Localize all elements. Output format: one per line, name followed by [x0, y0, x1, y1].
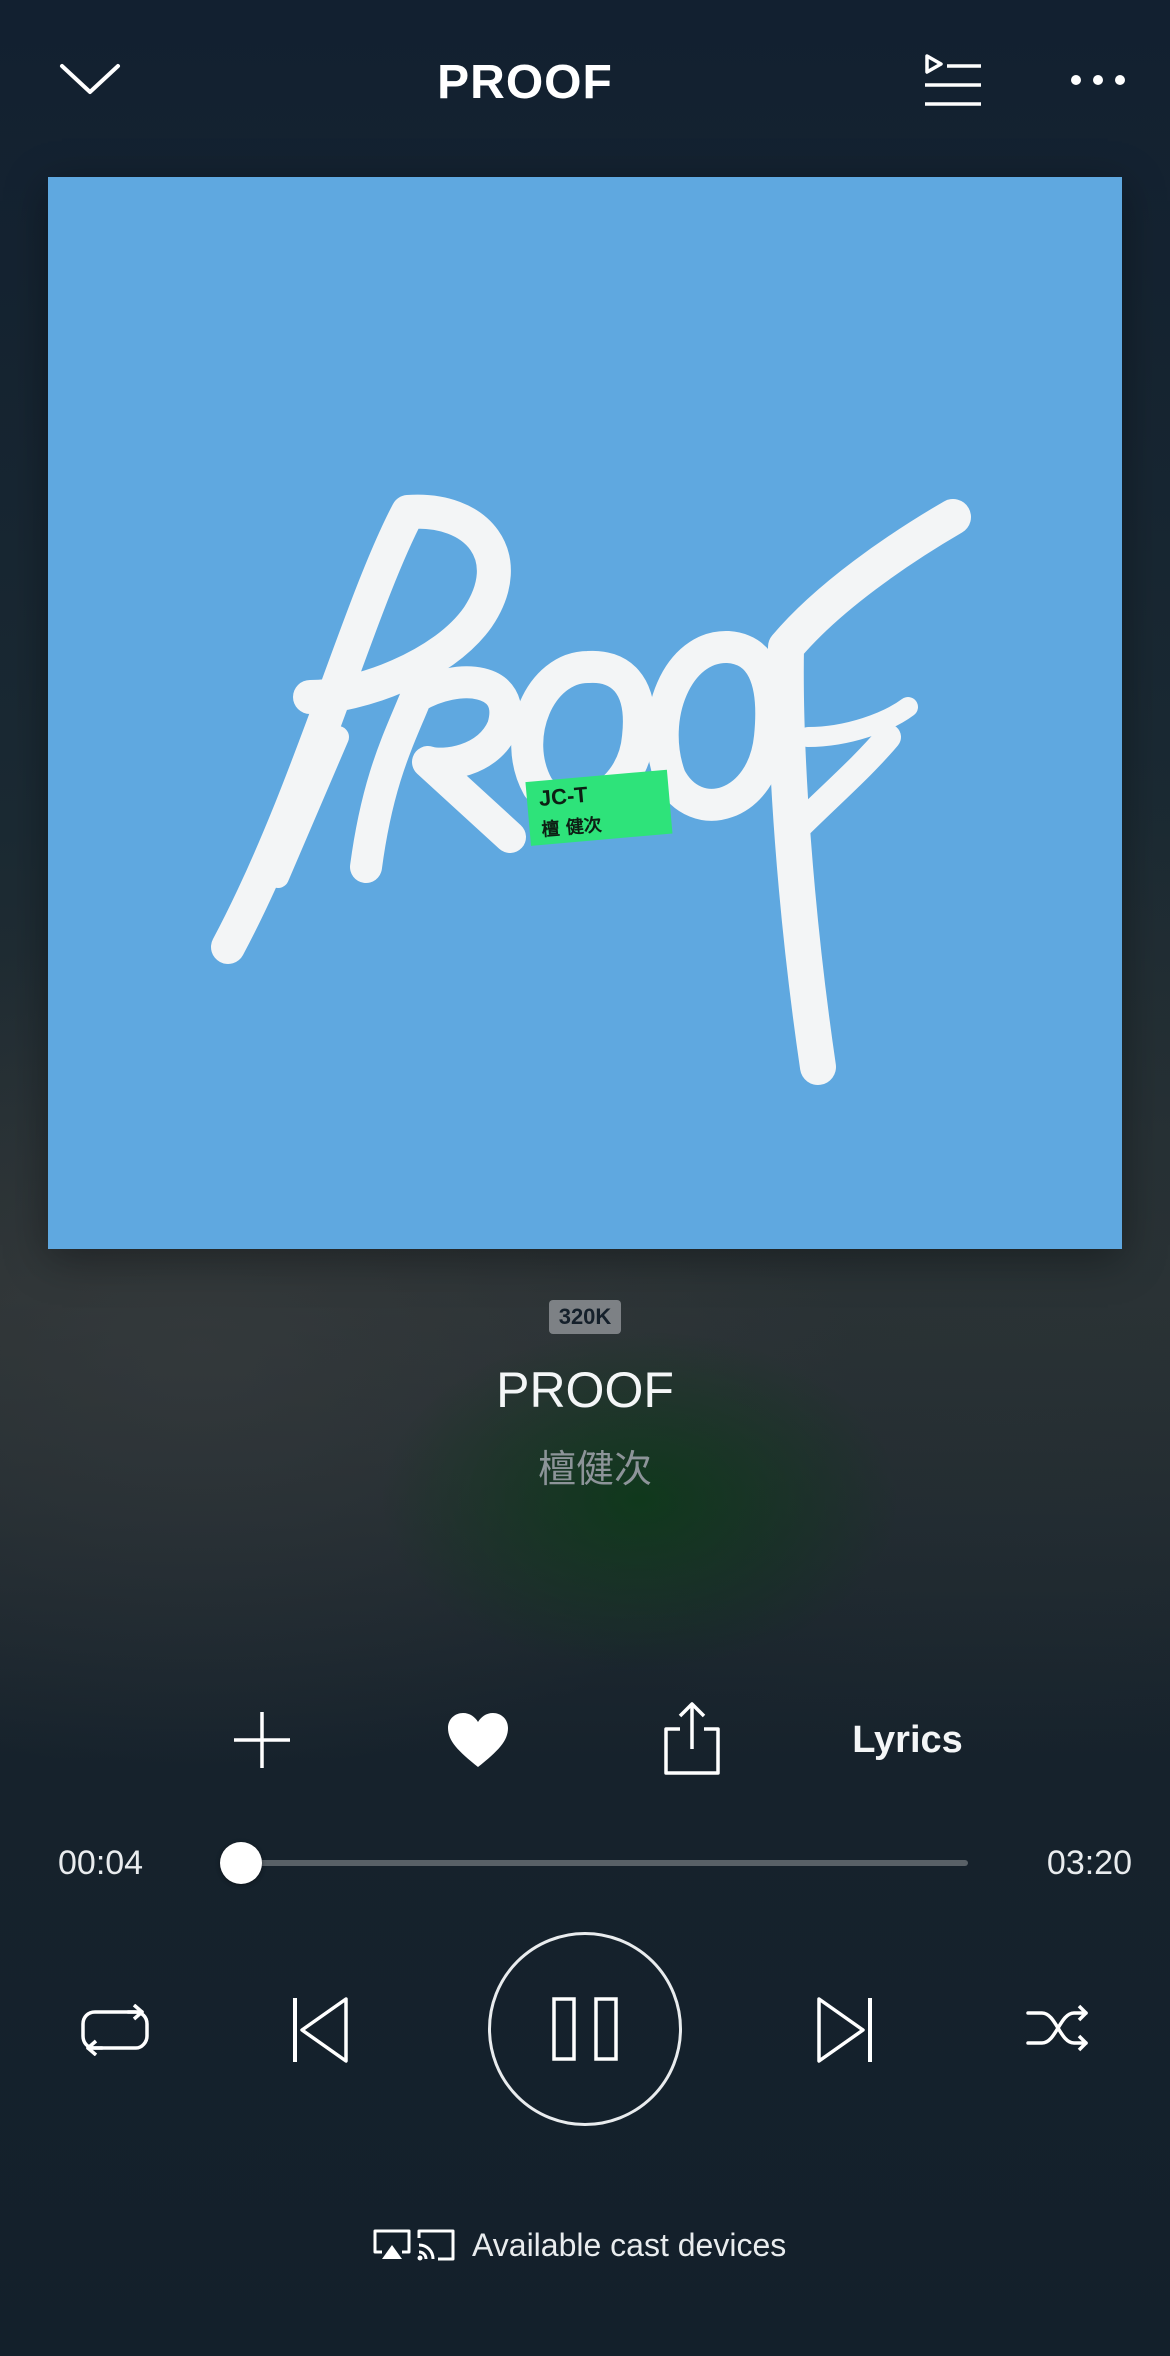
chevron-down-icon	[60, 64, 120, 94]
shuffle-button[interactable]	[1020, 1995, 1095, 2060]
repeat-icon	[81, 2004, 149, 2056]
queue-button[interactable]	[915, 48, 991, 116]
repeat-button[interactable]	[70, 1995, 160, 2065]
album-art: JC-T 檀 健次	[48, 177, 1122, 1249]
elapsed-time: 00:04	[58, 1844, 144, 1882]
skip-next-icon	[817, 1997, 872, 2063]
plus-icon	[234, 1712, 290, 1768]
track-artist[interactable]: 檀健次	[385, 1440, 805, 1500]
cast-devices-label: Available cast devices	[472, 2226, 787, 2263]
more-horizontal-icon	[1071, 75, 1125, 85]
cast-devices-row[interactable]: Available cast devices	[370, 2215, 810, 2275]
total-duration: 03:20	[1046, 1844, 1132, 1882]
lyrics-button[interactable]: Lyrics	[830, 1710, 985, 1770]
sticker-line1: JC-T	[538, 782, 589, 811]
next-track-button[interactable]	[810, 1985, 880, 2075]
share-icon	[664, 1702, 720, 1775]
share-button[interactable]	[652, 1694, 732, 1784]
quality-badge: 320K	[549, 1300, 621, 1334]
progress-bar[interactable]	[226, 1860, 968, 1866]
more-options-button[interactable]	[1060, 60, 1136, 100]
airplay-icon	[370, 2223, 414, 2267]
pause-button[interactable]	[488, 1932, 682, 2126]
previous-track-button[interactable]	[285, 1985, 355, 2075]
progress-thumb[interactable]	[219, 1842, 262, 1884]
track-title: PROOF	[496, 1362, 674, 1418]
heart-icon	[448, 1713, 508, 1767]
shuffle-icon	[1025, 2004, 1088, 2051]
like-button[interactable]	[438, 1700, 518, 1780]
cast-icon	[414, 2223, 458, 2267]
page-title: PROOF	[437, 56, 613, 109]
collapse-button[interactable]	[50, 50, 130, 110]
skip-previous-icon	[293, 1997, 348, 2063]
player-header: PROOF	[0, 0, 1170, 170]
queue-icon	[925, 54, 981, 106]
pause-icon	[552, 1997, 618, 2061]
add-to-playlist-button[interactable]	[222, 1700, 302, 1780]
artist-sticker: JC-T 檀 健次	[525, 769, 673, 846]
album-art-graphic: JC-T 檀 健次	[211, 494, 971, 1085]
